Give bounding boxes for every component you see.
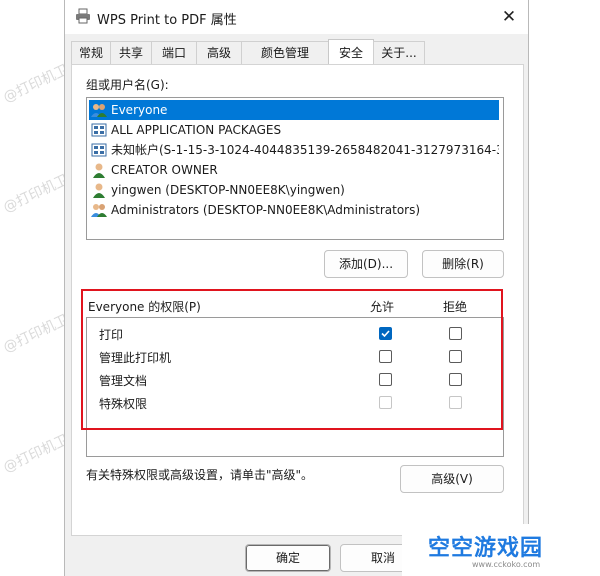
title-bar: WPS Print to PDF 属性 ✕ bbox=[65, 0, 528, 34]
tab-sharing[interactable]: 共享 bbox=[110, 41, 152, 64]
logo-text: 空空游戏园 bbox=[428, 536, 544, 561]
user-icon bbox=[93, 183, 105, 198]
list-item-label: Everyone bbox=[111, 103, 168, 117]
groups-label: 组或用户名(G): bbox=[86, 78, 169, 92]
advanced-button[interactable]: 高级(V) bbox=[400, 465, 504, 493]
users-icon bbox=[91, 204, 107, 217]
tab-about[interactable]: 关于... bbox=[373, 41, 425, 64]
list-item-unknown-account[interactable]: 未知帐户(S-1-15-3-1024-4044835139-2658482041… bbox=[89, 140, 499, 160]
groups-listbox[interactable]: Everyone ALL APPLICATION PACKAGES 未知帐户(S… bbox=[86, 97, 504, 240]
list-item-yingwen[interactable]: yingwen (DESKTOP-NN0EE8K\yingwen) bbox=[89, 180, 499, 200]
list-item-administrators[interactable]: Administrators (DESKTOP-NN0EE8K\Administ… bbox=[89, 200, 499, 220]
list-item-label: CREATOR OWNER bbox=[111, 163, 218, 177]
window-title: WPS Print to PDF 属性 bbox=[97, 13, 237, 28]
list-item-label: 未知帐户(S-1-15-3-1024-4044835139-2658482041… bbox=[111, 143, 499, 157]
list-item-label: ALL APPLICATION PACKAGES bbox=[111, 123, 282, 137]
tab-advanced[interactable]: 高级 bbox=[196, 41, 242, 64]
advanced-hint: 有关特殊权限或高级设置，请单击"高级"。 bbox=[86, 468, 314, 482]
add-button[interactable]: 添加(D)... bbox=[324, 250, 408, 278]
user-icon bbox=[93, 163, 105, 178]
site-logo: 空空游戏园 www.cckoko.com bbox=[402, 524, 600, 576]
highlight-box bbox=[81, 289, 503, 430]
close-button[interactable]: ✕ bbox=[496, 5, 522, 29]
list-item-everyone[interactable]: Everyone bbox=[89, 100, 499, 120]
list-item-creator-owner[interactable]: CREATOR OWNER bbox=[89, 160, 499, 180]
ok-button[interactable]: 确定 bbox=[245, 544, 331, 572]
logo-url: www.cckoko.com bbox=[472, 560, 541, 569]
unknown-account-icon bbox=[91, 143, 107, 157]
list-item-label: Administrators (DESKTOP-NN0EE8K\Administ… bbox=[111, 203, 421, 217]
tab-ports[interactable]: 端口 bbox=[151, 41, 197, 64]
tab-color-management[interactable]: 颜色管理 bbox=[241, 41, 329, 64]
printer-icon bbox=[76, 8, 90, 24]
users-icon bbox=[91, 104, 107, 117]
tab-security[interactable]: 安全 bbox=[328, 39, 374, 66]
list-item-all-app-packages[interactable]: ALL APPLICATION PACKAGES bbox=[89, 120, 499, 140]
tab-general[interactable]: 常规 bbox=[71, 41, 111, 64]
list-item-label: yingwen (DESKTOP-NN0EE8K\yingwen) bbox=[111, 183, 345, 197]
app-packages-icon bbox=[91, 123, 107, 137]
remove-button[interactable]: 删除(R) bbox=[422, 250, 504, 278]
